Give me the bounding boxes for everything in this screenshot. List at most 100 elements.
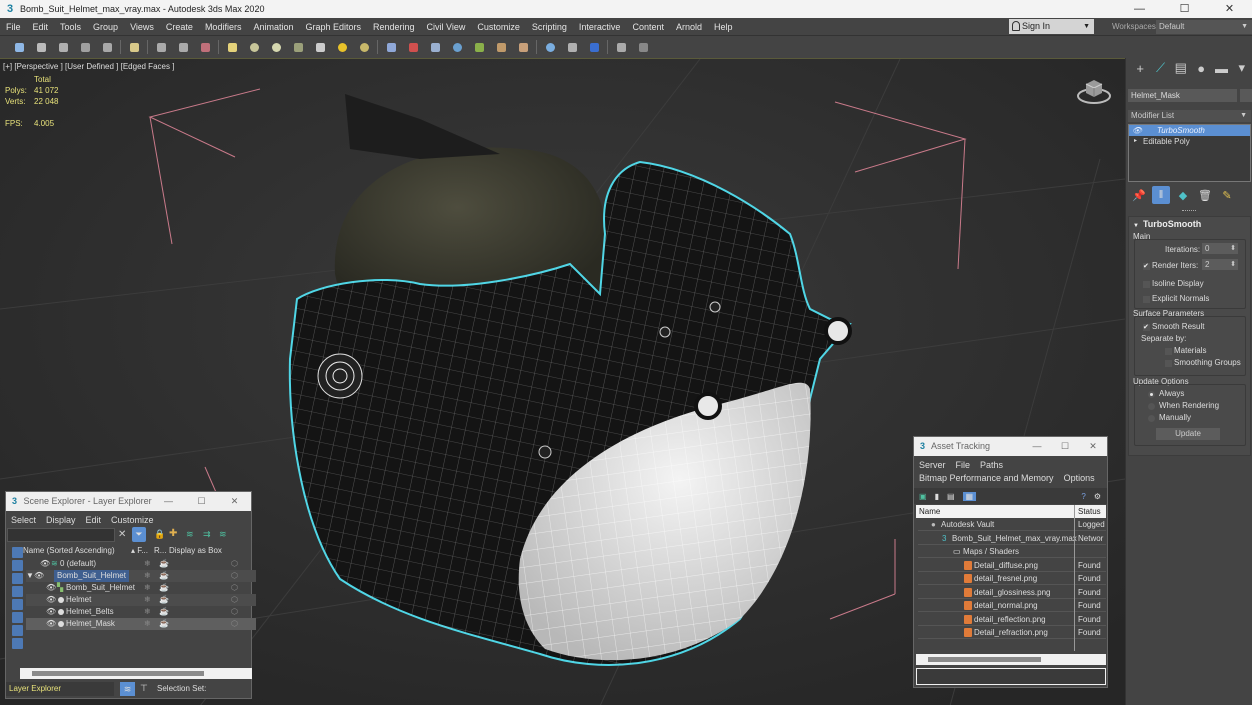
menu-animation[interactable]: Animation <box>247 18 299 36</box>
menu-file[interactable]: File <box>0 18 27 36</box>
modifier-list-dropdown[interactable]: Modifier List ▼ <box>1128 110 1251 122</box>
when-rendering-radio[interactable] <box>1148 403 1155 410</box>
isoline-display-checkbox[interactable] <box>1143 281 1150 288</box>
scrollbar-thumb[interactable] <box>928 657 1041 662</box>
sun-light-button[interactable] <box>331 38 353 56</box>
spinner-arrows-icon[interactable]: ⬍ <box>1230 243 1236 254</box>
maximize-button[interactable]: ☐ <box>185 492 218 511</box>
menu-file[interactable]: File <box>951 460 976 470</box>
tab-modify[interactable]: ⟋ <box>1150 59 1170 77</box>
column-header-status[interactable]: Status <box>1074 505 1101 518</box>
render-frame-button[interactable] <box>561 38 583 56</box>
asset-horizontal-scrollbar[interactable] <box>916 654 1106 665</box>
asset-row[interactable]: Detail_refraction.png Found <box>918 626 1106 639</box>
display-xrefs-icon[interactable] <box>12 638 23 649</box>
freeze-icon[interactable]: ❄ <box>144 582 151 594</box>
scrollbar-thumb[interactable] <box>32 671 204 676</box>
help-button[interactable] <box>632 38 654 56</box>
plane-button[interactable] <box>221 38 243 56</box>
freeze-icon[interactable]: ❄ <box>144 606 151 618</box>
menu-interactive[interactable]: Interactive <box>573 18 627 36</box>
visibility-eye-icon[interactable]: 👁 <box>46 582 56 594</box>
network-button[interactable] <box>424 38 446 56</box>
visibility-eye-icon[interactable]: 👁 <box>46 594 56 606</box>
tab-utilities[interactable]: ▾ <box>1232 59 1252 77</box>
renderable-teapot-icon[interactable]: ☕ <box>159 570 169 582</box>
creature-button[interactable] <box>490 38 512 56</box>
tab-hierarchy[interactable]: ▤ <box>1171 59 1191 77</box>
scene-row[interactable]: 👁 Helmet_Mask ❄ ☕ ⬡ <box>26 618 256 630</box>
freeze-icon[interactable]: ❄ <box>144 558 151 570</box>
explicit-normals-checkbox[interactable] <box>1143 296 1150 303</box>
toggle-ribbon-button[interactable] <box>96 38 118 56</box>
menu-customize[interactable]: Customize <box>471 18 526 36</box>
stack-item-editable-poly[interactable]: ▸ Editable Poly <box>1129 136 1250 147</box>
display-cameras-icon[interactable] <box>12 586 23 597</box>
checkout-icon[interactable]: ▮ <box>935 492 939 501</box>
display-as-box-icon[interactable]: ⬡ <box>231 594 238 606</box>
stack-item-turbosmooth[interactable]: 👁 TurboSmooth <box>1129 125 1250 136</box>
filter-button[interactable]: ⏷ <box>132 527 146 542</box>
iterations-spinner[interactable]: 0 ⬍ <box>1202 243 1238 254</box>
scene-row[interactable]: 👁 Helmet_Belts ❄ ☕ ⬡ <box>26 606 256 618</box>
asset-row[interactable]: detail_reflection.png Found <box>918 613 1106 626</box>
leaf-button[interactable] <box>468 38 490 56</box>
menu-select[interactable]: Select <box>6 515 41 525</box>
minimize-button[interactable]: — <box>152 492 185 511</box>
settings-icon[interactable]: ⚙ <box>1094 492 1101 501</box>
visibility-eye-icon[interactable]: 👁 <box>46 618 56 630</box>
add-to-layer-icon[interactable]: ≋ <box>186 529 194 540</box>
scene-explorer-button[interactable] <box>52 38 74 56</box>
rollout-header[interactable]: ▼ TurboSmooth <box>1129 217 1250 231</box>
display-as-box-icon[interactable]: ⬡ <box>231 582 238 594</box>
explorer-type-dropdown[interactable]: Layer Explorer <box>6 682 114 696</box>
batch-render-button[interactable] <box>610 38 632 56</box>
display-as-box-icon[interactable]: ⬡ <box>231 558 238 570</box>
scene-row[interactable]: ▼ 👁 Bomb_Suit_Helmet ❄ ☕ ⬡ <box>26 570 256 582</box>
manually-radio[interactable] <box>1148 415 1155 422</box>
resize-grip[interactable] <box>1182 210 1196 212</box>
column-header-name[interactable]: Name (Sorted Ascending) <box>23 546 115 555</box>
renderable-teapot-icon[interactable]: ☕ <box>159 606 169 618</box>
remove-modifier-button[interactable]: 🗑 <box>1196 186 1214 204</box>
help-icon[interactable]: ? <box>1081 492 1085 501</box>
object-color-swatch[interactable] <box>1240 89 1252 102</box>
display-helpers-icon[interactable] <box>12 599 23 610</box>
close-button[interactable]: ✕ <box>218 492 251 511</box>
minimize-button[interactable]: — <box>1023 437 1051 456</box>
make-unique-button[interactable]: ◆ <box>1174 186 1192 204</box>
freeze-icon[interactable]: ❄ <box>144 594 151 606</box>
render-iters-spinner[interactable]: 2 ⬍ <box>1202 259 1238 270</box>
layer-explorer-button[interactable] <box>74 38 96 56</box>
menu-edit[interactable]: Edit <box>81 515 107 525</box>
column-header-name[interactable]: Name <box>919 505 940 518</box>
menu-scripting[interactable]: Scripting <box>526 18 573 36</box>
visibility-eye-icon[interactable]: 👁 <box>40 558 50 570</box>
menu-views[interactable]: Views <box>124 18 160 36</box>
menu-tools[interactable]: Tools <box>54 18 87 36</box>
always-radio[interactable] <box>1148 391 1155 398</box>
smooth-result-checkbox[interactable]: ✔ <box>1143 324 1150 331</box>
curve-editor-button[interactable] <box>150 38 172 56</box>
menu-edit[interactable]: Edit <box>27 18 55 36</box>
menu-content[interactable]: Content <box>626 18 670 36</box>
scene-row[interactable]: 👁 Helmet ❄ ☕ ⬡ <box>26 594 256 606</box>
maximize-button[interactable]: ☐ <box>1051 437 1079 456</box>
asset-tracking-titlebar[interactable]: 3 Asset Tracking — ☐ ✕ <box>914 437 1107 456</box>
table-view-icon[interactable]: ▦ <box>962 491 977 501</box>
asset-row[interactable]: Detail_diffuse.png Found <box>918 559 1106 572</box>
minimize-button[interactable]: — <box>1117 0 1162 18</box>
shell-button[interactable] <box>512 38 534 56</box>
lock-icon[interactable]: 🔒 <box>154 529 165 540</box>
smoothing-groups-checkbox[interactable] <box>1165 360 1172 367</box>
display-shapes-icon[interactable] <box>12 560 23 571</box>
select-layer-icon[interactable]: ⇉ <box>203 529 211 540</box>
menu-paths[interactable]: Paths <box>975 460 1008 470</box>
renderable-teapot-icon[interactable]: ☕ <box>159 618 169 630</box>
column-header-display-as-box[interactable]: Display as Box <box>169 546 222 555</box>
asset-row[interactable]: ▭ Maps / Shaders <box>918 545 1106 558</box>
menu-group[interactable]: Group <box>87 18 124 36</box>
menu-modifiers[interactable]: Modifiers <box>199 18 248 36</box>
display-as-box-icon[interactable]: ⬡ <box>231 618 238 630</box>
scene-row[interactable]: 👁 ≋ 0 (default) ❄ ☕ ⬡ <box>26 558 256 570</box>
